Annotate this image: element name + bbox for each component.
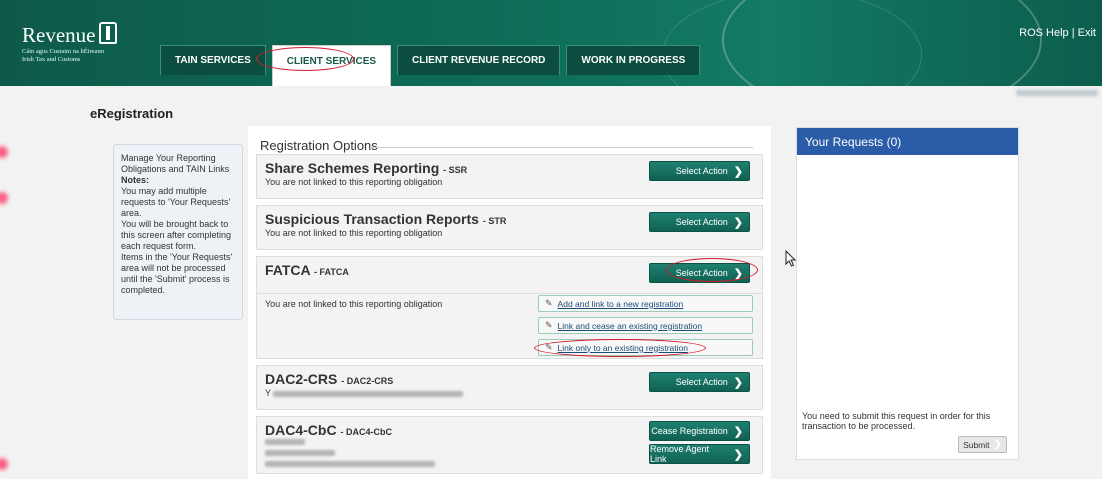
redacted-detail-line-1 bbox=[265, 439, 305, 445]
option-label: Link only to an existing registration bbox=[557, 342, 688, 353]
button-label: Select Action bbox=[675, 217, 728, 227]
harp-logo-icon bbox=[99, 22, 118, 44]
notes-line-2: You will be brought back to this screen … bbox=[121, 219, 232, 251]
tab-client-revenue-record[interactable]: CLIENT REVENUE RECORD bbox=[397, 45, 561, 75]
user-info-redacted bbox=[1016, 90, 1098, 96]
chevron-right-icon: ❯ bbox=[733, 376, 743, 389]
option-name: DAC2-CRS bbox=[265, 371, 338, 387]
edge-mark bbox=[0, 146, 8, 158]
button-label: Cease Registration bbox=[651, 426, 728, 436]
redacted-detail-line-2 bbox=[265, 450, 335, 456]
chevron-right-icon: ❯ bbox=[733, 165, 743, 178]
edge-mark bbox=[0, 458, 8, 470]
select-action-button[interactable]: Select Action ❯ bbox=[649, 161, 750, 181]
your-requests-title: Your Requests (0) bbox=[797, 128, 1018, 155]
option-name: DAC4-CbC bbox=[265, 422, 337, 438]
redacted-detail-line-3 bbox=[265, 461, 435, 467]
option-name: Suspicious Transaction Reports bbox=[265, 211, 479, 227]
option-dac2-crs: DAC2-CRS - DAC2-CRS Y Select Action ❯ bbox=[256, 365, 763, 410]
option-status: You are not linked to this reporting obl… bbox=[265, 299, 443, 309]
option-share-schemes: Share Schemes Reporting - SSR You are no… bbox=[256, 154, 763, 199]
cease-registration-button[interactable]: Cease Registration ❯ bbox=[649, 421, 750, 441]
header-decoration-2 bbox=[662, 0, 922, 86]
tab-work-in-progress[interactable]: WORK IN PROGRESS bbox=[566, 45, 701, 75]
pencil-icon: ✎ bbox=[545, 320, 553, 330]
pencil-icon: ✎ bbox=[545, 342, 553, 352]
submit-button[interactable]: Submit ❯ bbox=[958, 436, 1007, 453]
notes-panel: Manage Your Reporting Obligations and TA… bbox=[113, 144, 243, 320]
site-header: Revenue Cáin agus Custaim na hÉireann Ir… bbox=[0, 0, 1102, 86]
notes-line-1: You may add multiple requests to 'Your R… bbox=[121, 186, 231, 218]
registration-options-title: Registration Options bbox=[260, 138, 378, 153]
option-suspicious-transactions: Suspicious Transaction Reports - STR You… bbox=[256, 205, 763, 250]
select-action-button[interactable]: Select Action ❯ bbox=[649, 263, 750, 283]
add-and-link-new-registration-option[interactable]: ✎ Add and link to a new registration bbox=[538, 295, 753, 312]
option-code: - SSR bbox=[443, 165, 468, 175]
link-only-existing-registration-option[interactable]: ✎ Link only to an existing registration bbox=[538, 339, 753, 356]
exit-link[interactable]: Exit bbox=[1078, 27, 1096, 39]
link-separator: | bbox=[1071, 27, 1075, 39]
button-label: Select Action bbox=[675, 268, 728, 278]
chevron-right-icon: ❯ bbox=[993, 439, 1002, 450]
header-links: ROS Help | Exit bbox=[1019, 27, 1096, 39]
your-requests-panel: Your Requests (0) You need to submit thi… bbox=[796, 127, 1019, 460]
fatca-divider bbox=[257, 293, 762, 294]
link-and-cease-registration-option[interactable]: ✎ Link and cease an existing registration bbox=[538, 317, 753, 334]
option-status-prefix: Y bbox=[265, 388, 272, 398]
brand-name: Revenue bbox=[22, 23, 96, 47]
option-label: Link and cease an existing registration bbox=[557, 320, 703, 331]
option-name: FATCA bbox=[265, 262, 311, 278]
tab-client-services[interactable]: CLIENT SERVICES bbox=[271, 45, 392, 86]
chevron-right-icon: ❯ bbox=[733, 216, 743, 229]
option-code: - STR bbox=[482, 216, 507, 226]
chevron-right-icon: ❯ bbox=[733, 425, 743, 438]
button-label: Remove Agent Link bbox=[650, 444, 710, 464]
notes-intro: Manage Your Reporting Obligations and TA… bbox=[121, 153, 230, 174]
page-title: eRegistration bbox=[90, 106, 174, 121]
edge-mark bbox=[0, 192, 8, 204]
button-label: Submit bbox=[963, 439, 990, 450]
submit-note: You need to submit this request in order… bbox=[802, 411, 991, 431]
chevron-right-icon: ❯ bbox=[733, 448, 743, 461]
pencil-icon: ✎ bbox=[545, 298, 553, 308]
brand-tagline-english: Irish Tax and Customs bbox=[22, 56, 81, 63]
option-fatca: FATCA - FATCA You are not linked to this… bbox=[256, 256, 763, 359]
select-action-button[interactable]: Select Action ❯ bbox=[649, 372, 750, 392]
redacted-status-text bbox=[273, 391, 463, 397]
select-action-button[interactable]: Select Action ❯ bbox=[649, 212, 750, 232]
option-dac4-cbc: DAC4-CbC - DAC4-CbC Cease Registration ❯ … bbox=[256, 416, 763, 474]
option-code: - DAC4-CbC bbox=[340, 427, 392, 437]
chevron-right-icon: ❯ bbox=[733, 267, 743, 280]
option-label: Add and link to a new registration bbox=[557, 298, 684, 309]
notes-heading: Notes: bbox=[121, 175, 150, 185]
revenue-logo[interactable]: Revenue Cáin agus Custaim na hÉireann Ir… bbox=[22, 22, 118, 64]
ros-help-link[interactable]: ROS Help bbox=[1019, 27, 1069, 39]
remove-agent-link-button[interactable]: Remove Agent Link ❯ bbox=[649, 444, 750, 464]
option-status: You are not linked to this reporting obl… bbox=[265, 177, 443, 187]
button-label: Select Action bbox=[675, 166, 728, 176]
option-name: Share Schemes Reporting bbox=[265, 160, 440, 176]
main-tabs: TAIN SERVICES CLIENT SERVICES CLIENT REV… bbox=[160, 45, 701, 86]
option-code: - DAC2-CRS bbox=[341, 376, 394, 386]
notes-line-3: Items in the 'Your Requests' area will n… bbox=[121, 252, 233, 295]
brand-tagline-irish: Cáin agus Custaim na hÉireann bbox=[22, 48, 104, 55]
option-status: You are not linked to this reporting obl… bbox=[265, 228, 443, 238]
registration-options-panel: Registration Options Share Schemes Repor… bbox=[248, 126, 771, 479]
option-code: - FATCA bbox=[314, 267, 349, 277]
title-divider bbox=[370, 147, 753, 148]
tab-tain-services[interactable]: TAIN SERVICES bbox=[160, 45, 266, 75]
button-label: Select Action bbox=[675, 377, 728, 387]
